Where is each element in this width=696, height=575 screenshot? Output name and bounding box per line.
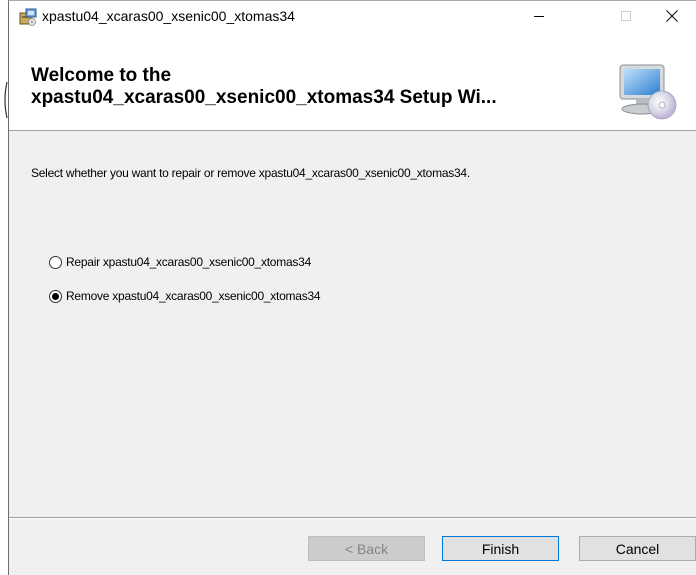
repair-label[interactable]: Repair xpastu04_xcaras00_xsenic00_xtomas… [66, 255, 311, 269]
wizard-heading-line1: Welcome to the [31, 65, 172, 86]
maximize-button[interactable] [603, 1, 649, 31]
finish-button[interactable]: Finish [442, 536, 559, 561]
close-button[interactable] [649, 1, 695, 31]
minimize-button[interactable] [516, 1, 562, 31]
computer-cd-icon [619, 64, 677, 120]
footer-divider [9, 517, 696, 519]
remove-radio[interactable] [49, 289, 62, 303]
instruction-text: Select whether you want to repair or rem… [31, 166, 470, 180]
back-button[interactable]: < Back [308, 536, 425, 561]
remove-label[interactable]: Remove xpastu04_xcaras00_xsenic00_xtomas… [66, 289, 321, 303]
title-bar[interactable]: xpastu04_xcaras00_xsenic00_xtomas34 [9, 1, 696, 31]
maximize-icon [621, 11, 631, 21]
background-window-edge [4, 81, 8, 119]
setup-wizard-window: xpastu04_xcaras00_xsenic00_xtomas34 Welc… [8, 0, 696, 575]
remove-option[interactable]: Remove xpastu04_xcaras00_xsenic00_xtomas… [49, 289, 321, 303]
wizard-header: Welcome to the xpastu04_xcaras00_xsenic0… [9, 31, 696, 131]
repair-option[interactable]: Repair xpastu04_xcaras00_xsenic00_xtomas… [49, 255, 311, 269]
close-icon [666, 10, 678, 22]
wizard-heading-line2: xpastu04_xcaras00_xsenic00_xtomas34 Setu… [31, 87, 497, 108]
installer-package-icon [19, 8, 37, 26]
cancel-button[interactable]: Cancel [579, 536, 696, 561]
repair-radio[interactable] [49, 255, 62, 269]
window-title: xpastu04_xcaras00_xsenic00_xtomas34 [42, 8, 295, 24]
wizard-heading: Welcome to the xpastu04_xcaras00_xsenic0… [31, 65, 497, 109]
minimize-icon [534, 16, 544, 17]
